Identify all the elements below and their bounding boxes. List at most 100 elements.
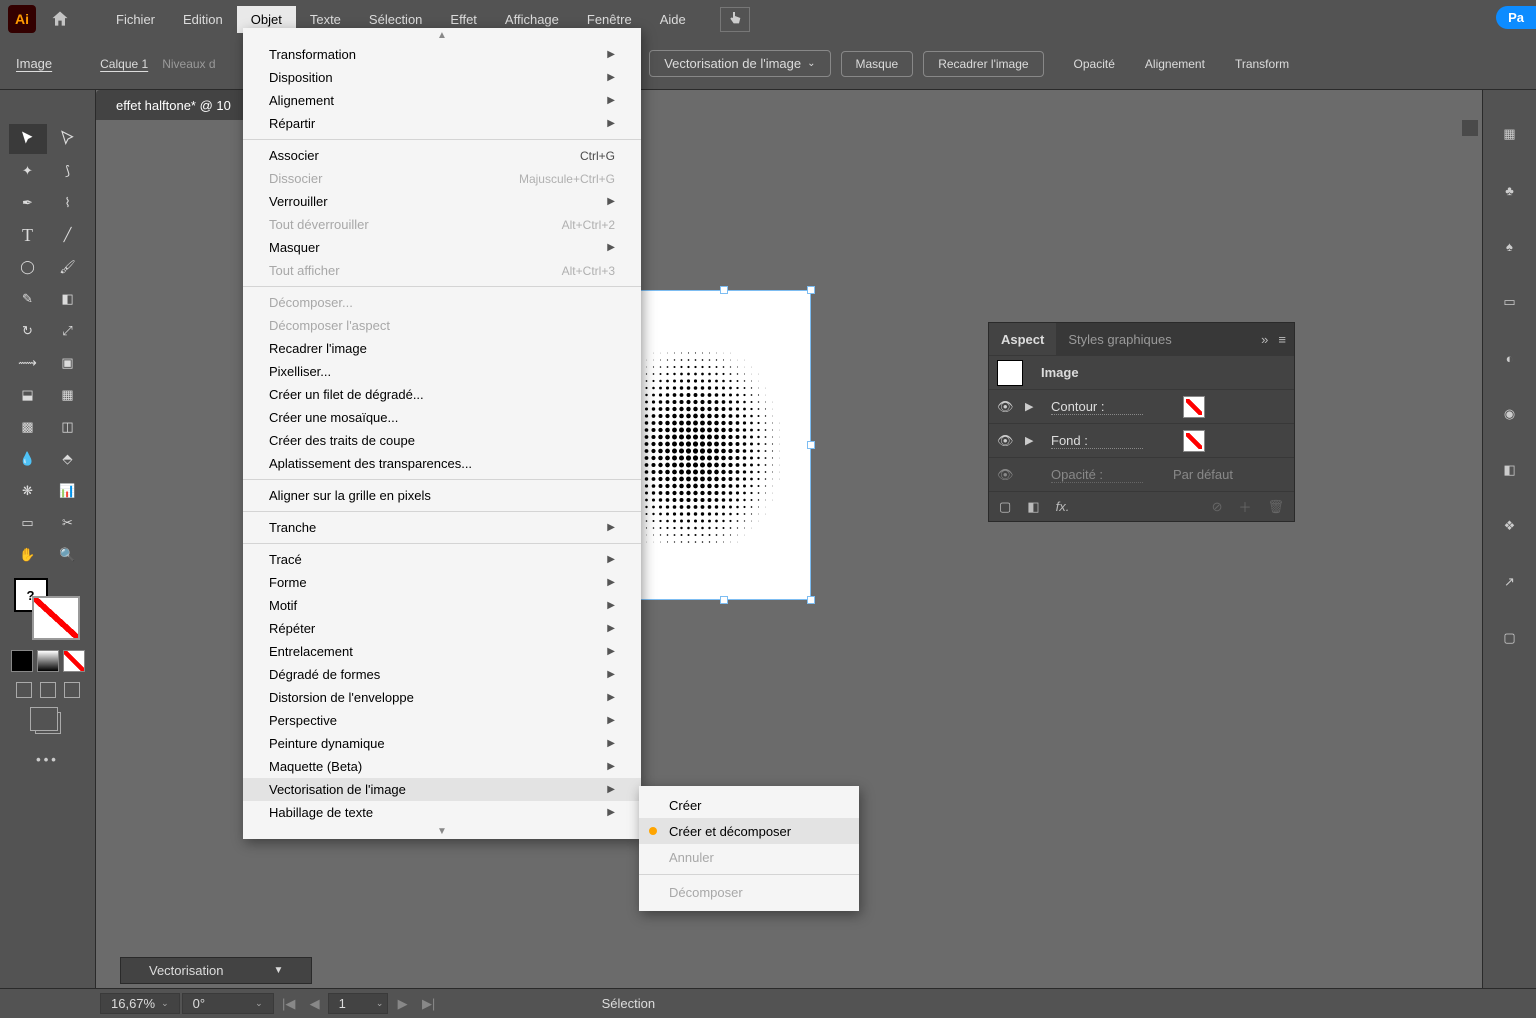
magic-wand-tool[interactable]: ✦: [9, 156, 47, 186]
menu-edition[interactable]: Edition: [169, 6, 237, 33]
screen-mode-icon[interactable]: [35, 712, 61, 734]
fill-label[interactable]: Fond :: [1051, 433, 1143, 449]
aspect-tab[interactable]: Aspect: [989, 323, 1056, 355]
width-tool[interactable]: ⟿: [9, 348, 47, 378]
menu-item[interactable]: Créer un filet de dégradé...: [243, 383, 641, 406]
mask-button[interactable]: Masque: [841, 51, 914, 77]
asset-export-icon[interactable]: ↗: [1498, 570, 1522, 594]
line-tool[interactable]: ╱: [49, 220, 87, 250]
fill-stroke-swatch[interactable]: ?: [10, 578, 86, 646]
menu-item[interactable]: Transformation▶: [243, 43, 641, 66]
menu-item[interactable]: Masquer▶: [243, 236, 641, 259]
artboards-icon[interactable]: ▢: [1498, 626, 1522, 650]
curvature-tool[interactable]: ⌇: [49, 188, 87, 218]
nav-first-icon[interactable]: |◀: [278, 996, 300, 1012]
menu-item[interactable]: Motif▶: [243, 594, 641, 617]
shape-builder-tool[interactable]: ⬓: [9, 380, 47, 410]
transform-label[interactable]: Transform: [1235, 57, 1289, 71]
scroll-up-icon[interactable]: ▲: [243, 28, 641, 43]
menu-item[interactable]: Aligner sur la grille en pixels: [243, 484, 641, 507]
fx-icon[interactable]: fx.: [1056, 499, 1070, 514]
menu-item[interactable]: Peinture dynamique▶: [243, 732, 641, 755]
menu-item[interactable]: Alignement▶: [243, 89, 641, 112]
graphic-styles-tab[interactable]: Styles graphiques: [1056, 323, 1183, 355]
menu-item[interactable]: Maquette (Beta)▶: [243, 755, 641, 778]
gradient-swatch[interactable]: [37, 650, 59, 672]
stroke-label[interactable]: Contour :: [1051, 399, 1143, 415]
menu-item[interactable]: Répéter▶: [243, 617, 641, 640]
shaper-tool[interactable]: ✎: [9, 284, 47, 314]
mesh-tool[interactable]: ▩: [9, 412, 47, 442]
menu-item[interactable]: Vectorisation de l'image▶: [243, 778, 641, 801]
menu-item[interactable]: Perspective▶: [243, 709, 641, 732]
share-button[interactable]: Pa: [1496, 6, 1536, 29]
menu-aide[interactable]: Aide: [646, 6, 700, 33]
vectorize-dropdown[interactable]: Vectorisation de l'image ⌄: [649, 50, 830, 77]
draw-normal-icon[interactable]: [16, 682, 32, 698]
properties-icon[interactable]: ▦: [1498, 122, 1522, 146]
draw-inside-icon[interactable]: [64, 682, 80, 698]
artboard-tool[interactable]: ▭: [9, 508, 47, 538]
home-icon[interactable]: [46, 5, 74, 33]
touch-mode-icon[interactable]: [720, 7, 750, 32]
crop-button[interactable]: Recadrer l'image: [923, 51, 1043, 77]
knock-icon[interactable]: ◧: [1027, 499, 1039, 515]
scale-tool[interactable]: ⤢: [49, 316, 87, 346]
align-label[interactable]: Alignement: [1145, 57, 1205, 71]
visibility-icon[interactable]: 👁: [997, 433, 1015, 449]
transparency-icon[interactable]: ◐: [1498, 346, 1522, 370]
opacity-label[interactable]: Opacité: [1074, 57, 1115, 71]
chevron-right-icon[interactable]: ▶: [1025, 434, 1039, 447]
gradient-panel-icon[interactable]: ▭: [1498, 290, 1522, 314]
menu-item[interactable]: Tranche▶: [243, 516, 641, 539]
graphic-styles-icon[interactable]: ◧: [1498, 458, 1522, 482]
menu-item[interactable]: Tracé▶: [243, 548, 641, 571]
appearance-icon[interactable]: ◉: [1498, 402, 1522, 426]
collapse-icon[interactable]: »: [1261, 332, 1268, 347]
document-tab[interactable]: effet halftone* @ 10: [96, 90, 251, 120]
menu-item[interactable]: AssocierCtrl+G: [243, 144, 641, 167]
menu-item[interactable]: Pixelliser...: [243, 360, 641, 383]
visibility-icon[interactable]: 👁: [997, 399, 1015, 415]
nav-next-icon[interactable]: ▶: [392, 996, 414, 1012]
draw-behind-icon[interactable]: [40, 682, 56, 698]
panel-menu-icon[interactable]: ≡: [1278, 332, 1286, 347]
zoom-tool[interactable]: 🔍: [49, 540, 87, 570]
menu-item[interactable]: Habillage de texte▶: [243, 801, 641, 824]
layer-link[interactable]: Calque 1: [100, 57, 148, 71]
menu-item[interactable]: Créer une mosaïque...: [243, 406, 641, 429]
type-tool[interactable]: T: [9, 220, 47, 250]
vectorize-bottom-button[interactable]: Vectorisation ▼: [120, 957, 312, 984]
stroke-swatch[interactable]: [32, 596, 80, 640]
nav-prev-icon[interactable]: ◀: [304, 996, 326, 1012]
gradient-tool[interactable]: ◫: [49, 412, 87, 442]
slice-tool[interactable]: ✂: [49, 508, 87, 538]
menu-item[interactable]: Créer des traits de coupe: [243, 429, 641, 452]
submenu-item[interactable]: Créer: [639, 792, 859, 818]
paintbrush-tool[interactable]: 🖌: [49, 252, 87, 282]
color-swatch[interactable]: [11, 650, 33, 672]
menu-item[interactable]: Disposition▶: [243, 66, 641, 89]
pen-tool[interactable]: ✒: [9, 188, 47, 218]
layers-icon[interactable]: ❖: [1498, 514, 1522, 538]
scroll-down-icon[interactable]: ▼: [243, 824, 641, 839]
menu-item[interactable]: Aplatissement des transparences...: [243, 452, 641, 475]
submenu-item[interactable]: Créer et décomposer: [639, 818, 859, 844]
perspective-tool[interactable]: ▦: [49, 380, 87, 410]
free-transform-tool[interactable]: ▣: [49, 348, 87, 378]
lasso-tool[interactable]: ⟆: [49, 156, 87, 186]
opacity-label[interactable]: Opacité :: [1051, 467, 1143, 483]
artboard-nav-field[interactable]: 1⌄: [328, 993, 388, 1014]
symbol-sprayer-tool[interactable]: ❋: [9, 476, 47, 506]
chevron-right-icon[interactable]: ▶: [1025, 400, 1039, 413]
menu-item[interactable]: Forme▶: [243, 571, 641, 594]
hand-tool[interactable]: ✋: [9, 540, 47, 570]
graph-tool[interactable]: 📊: [49, 476, 87, 506]
none-swatch[interactable]: [63, 650, 85, 672]
menu-item[interactable]: Dégradé de formes▶: [243, 663, 641, 686]
eyedropper-tool[interactable]: 💧: [9, 444, 47, 474]
stroke-swatch[interactable]: [1183, 396, 1205, 418]
ai-logo-icon[interactable]: Ai: [8, 5, 36, 33]
selection-tool[interactable]: [9, 124, 47, 154]
fill-swatch[interactable]: [1183, 430, 1205, 452]
